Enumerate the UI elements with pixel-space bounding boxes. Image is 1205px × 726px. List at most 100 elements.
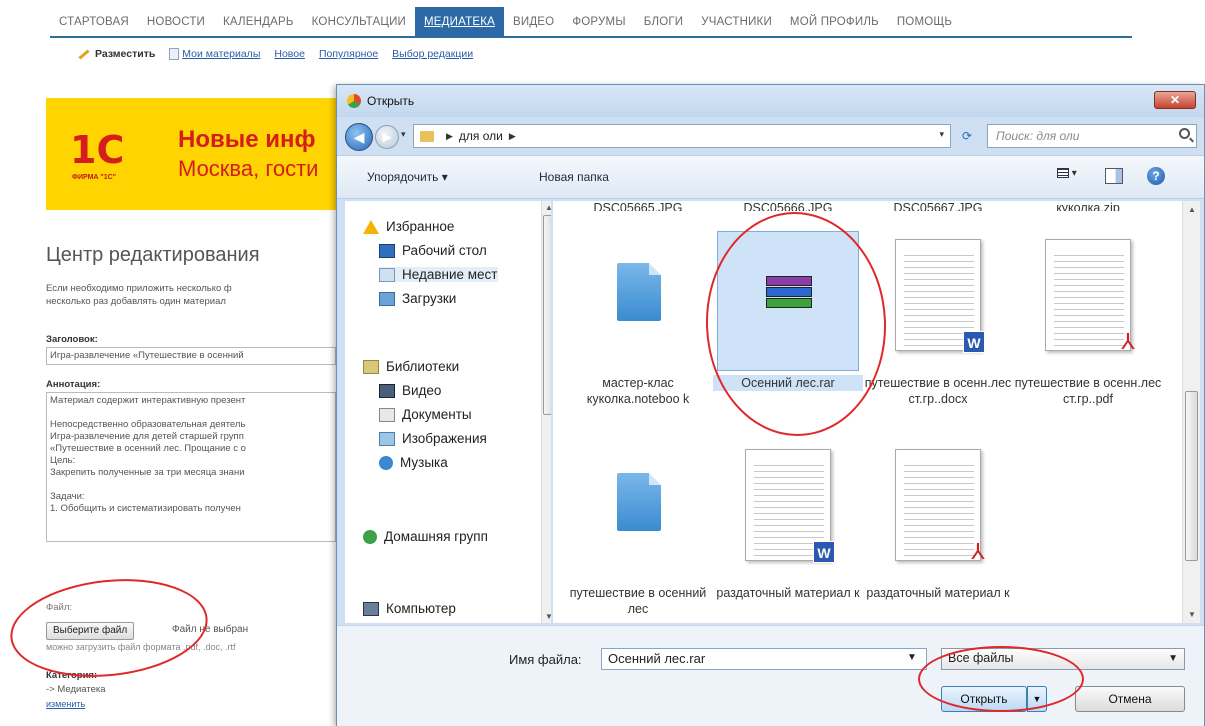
- annotation-label: Аннотация:: [46, 379, 101, 390]
- popular-link[interactable]: Популярное: [319, 48, 378, 60]
- refresh-icon[interactable]: ⟳: [955, 126, 979, 146]
- file-thumbnail: W: [867, 231, 1009, 371]
- scroll-up-icon[interactable]: ▲: [1188, 205, 1196, 214]
- path-breadcrumb[interactable]: ▶ для оли ▶ ▾: [413, 124, 951, 148]
- file-name-partial[interactable]: DSC05667.JPG: [863, 201, 1013, 211]
- nav-computer[interactable]: Компьютер: [363, 601, 456, 616]
- search-placeholder: Поиск: для оли: [996, 129, 1080, 143]
- top-navigation: СТАРТОВАЯ НОВОСТИ КАЛЕНДАРЬ КОНСУЛЬТАЦИИ…: [50, 7, 1132, 38]
- cancel-button[interactable]: Отмена: [1075, 686, 1185, 712]
- scroll-up-icon[interactable]: ▲: [545, 203, 551, 212]
- nav-consultations[interactable]: КОНСУЛЬТАЦИИ: [303, 7, 415, 37]
- nav-calendar[interactable]: КАЛЕНДАРЬ: [214, 7, 303, 37]
- homegroup-icon: [363, 529, 377, 544]
- intro-line: Если необходимо приложить несколько ф: [46, 283, 232, 294]
- forward-arrow-icon[interactable]: ▶: [375, 125, 399, 149]
- nav-forums[interactable]: ФОРУМЫ: [563, 7, 634, 37]
- pdf-document-icon: ⅄: [1121, 329, 1135, 354]
- document-icon: [169, 48, 180, 61]
- nav-label: Загрузки: [402, 291, 457, 306]
- nav-favorites[interactable]: Избранное: [363, 219, 454, 234]
- nav-images[interactable]: Изображения: [379, 431, 487, 446]
- scroll-thumb[interactable]: [543, 215, 551, 415]
- nav-mediateka[interactable]: МЕДИАТЕКА: [415, 7, 504, 37]
- breadcrumb-separator-icon[interactable]: ▶: [509, 131, 516, 142]
- organize-button[interactable]: Упорядочить ▾: [367, 170, 448, 184]
- chevron-down-icon: ▼: [1168, 653, 1178, 664]
- file-name-partial[interactable]: куколка.zip: [1013, 201, 1163, 211]
- nav-label: Недавние мест: [402, 267, 498, 282]
- pencil-icon: [78, 49, 90, 60]
- my-materials-link[interactable]: Мои материалы: [182, 48, 260, 60]
- path-dropdown-icon[interactable]: ▾: [939, 129, 944, 140]
- file-name-partial[interactable]: DSC05665.JPG: [563, 201, 713, 211]
- file-thumbnail: W: [717, 441, 859, 581]
- dialog-titlebar[interactable]: Открыть ✕: [337, 85, 1204, 117]
- 1c-logo: 1С: [70, 128, 125, 172]
- annotation-textarea[interactable]: Материал содержит интерактивную презент …: [46, 392, 336, 542]
- close-button[interactable]: ✕: [1154, 91, 1196, 109]
- history-dropdown-icon[interactable]: ▾: [401, 129, 406, 140]
- nav-blogs[interactable]: БЛОГИ: [635, 7, 693, 37]
- nav-video[interactable]: Видео: [379, 383, 441, 398]
- view-grid-icon: [1057, 168, 1069, 179]
- scroll-thumb[interactable]: [1185, 391, 1198, 561]
- nav-label: Компьютер: [386, 601, 456, 616]
- preview-pane-icon[interactable]: [1105, 168, 1123, 184]
- new-link[interactable]: Новое: [274, 48, 305, 60]
- annotation-line: Задачи:: [50, 491, 85, 502]
- back-arrow-icon[interactable]: ◀: [345, 123, 373, 151]
- banner-headline: Новые инф: [178, 126, 316, 153]
- filename-input[interactable]: Осенний лес.rar: [601, 648, 927, 670]
- search-input[interactable]: Поиск: для оли: [987, 124, 1197, 148]
- downloads-icon: [379, 291, 395, 306]
- nav-video[interactable]: ВИДЕО: [504, 7, 563, 37]
- file-name: путешествие в осенний лес: [569, 586, 707, 616]
- 1c-banner[interactable]: 1С ФИРМА "1С" Новые инф Москва, гости: [46, 98, 346, 210]
- dialog-toolbar: Упорядочить ▾ Новая папка ▾ ?: [337, 155, 1204, 199]
- documents-icon: [379, 407, 395, 422]
- new-folder-button[interactable]: Новая папка: [539, 170, 609, 184]
- nav-label: Документы: [402, 407, 472, 422]
- post-label: Разместить: [95, 48, 156, 61]
- file-name-partial[interactable]: DSC05666.JPG: [713, 201, 863, 211]
- dialog-title: Открыть: [367, 94, 415, 108]
- banner-subline: Москва, гости: [178, 156, 319, 181]
- change-view-button[interactable]: ▾: [1057, 168, 1085, 186]
- scroll-down-icon[interactable]: ▼: [545, 612, 551, 621]
- desktop-icon: [379, 243, 395, 258]
- nav-desktop[interactable]: Рабочий стол: [379, 243, 487, 258]
- annotation-line: [50, 407, 332, 419]
- scroll-down-icon[interactable]: ▼: [1188, 610, 1196, 619]
- file-list-scrollbar[interactable]: ▲ ▼: [1182, 201, 1200, 623]
- 1c-logo-caption: ФИРМА "1С": [72, 174, 116, 181]
- chrome-icon: [347, 94, 361, 108]
- change-category-link[interactable]: изменить: [46, 699, 85, 709]
- post-button[interactable]: Разместить: [78, 48, 155, 60]
- nav-music[interactable]: Музыка: [379, 455, 448, 470]
- nav-recent-places[interactable]: Недавние мест: [379, 267, 498, 282]
- nav-start[interactable]: СТАРТОВАЯ: [50, 7, 138, 37]
- nav-label: Видео: [402, 383, 442, 398]
- nav-scrollbar[interactable]: ▲ ▼: [541, 201, 551, 623]
- filename-dropdown-icon[interactable]: ▼: [907, 652, 917, 663]
- annotation-line: Непосредственно образовательная деятель: [50, 419, 246, 430]
- nav-news[interactable]: НОВОСТИ: [138, 7, 214, 37]
- nav-downloads[interactable]: Загрузки: [379, 291, 456, 306]
- breadcrumb-folder[interactable]: для оли: [459, 129, 503, 143]
- nav-help[interactable]: ПОМОЩЬ: [888, 7, 961, 37]
- file-name: мастер-клас куколка.noteboo k: [586, 376, 690, 406]
- nav-label: Библиотеки: [386, 359, 460, 374]
- annotation-line: «Путешествие в осенний лес. Прощание с о: [50, 443, 246, 454]
- editors-choice-link[interactable]: Выбор редакции: [392, 48, 473, 60]
- heading-input[interactable]: Игра-развлечение «Путешествие в осенний: [46, 347, 336, 365]
- nav-documents[interactable]: Документы: [379, 407, 472, 422]
- nav-homegroup[interactable]: Домашняя групп: [363, 529, 488, 544]
- nav-libraries[interactable]: Библиотеки: [363, 359, 459, 374]
- nav-members[interactable]: УЧАСТНИКИ: [692, 7, 781, 37]
- file-name: путешествие в осенн.лес ст.гр..docx: [864, 376, 1012, 406]
- help-icon[interactable]: ?: [1147, 167, 1165, 185]
- breadcrumb-separator-icon[interactable]: ▶: [446, 131, 453, 142]
- nav-my-profile[interactable]: МОЙ ПРОФИЛЬ: [781, 7, 888, 37]
- annotation-line: Материал содержит интерактивную презент: [50, 395, 246, 406]
